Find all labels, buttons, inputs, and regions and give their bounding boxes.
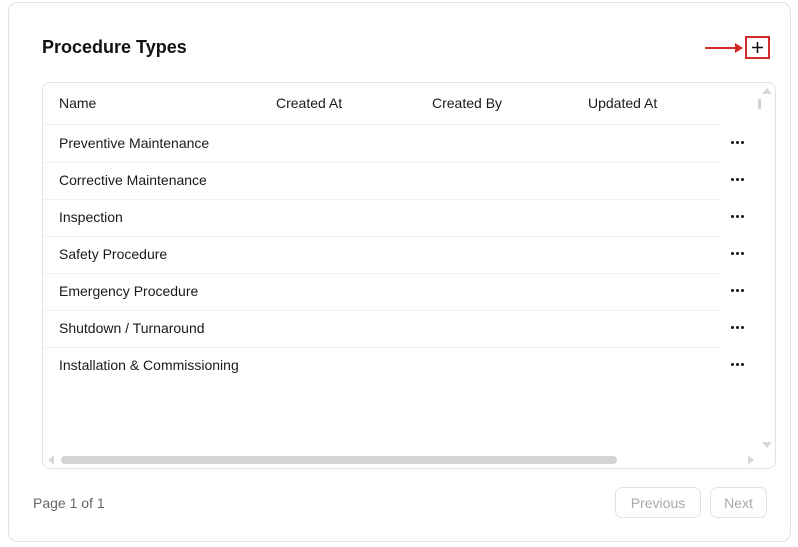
procedure-types-table: Name Created At Created By Updated At Pr…: [42, 82, 776, 469]
table-row[interactable]: Installation & Commissioning: [43, 347, 744, 384]
more-horizontal-icon[interactable]: [728, 320, 746, 334]
scroll-right-arrow-icon[interactable]: [748, 455, 754, 465]
table-row[interactable]: Emergency Procedure: [43, 273, 744, 311]
table-row[interactable]: Safety Procedure: [43, 236, 744, 274]
table-row[interactable]: Shutdown / Turnaround: [43, 310, 744, 348]
row-name: Emergency Procedure: [59, 283, 199, 299]
table-header-row: Name Created At Created By Updated At: [43, 83, 721, 125]
row-name: Safety Procedure: [59, 246, 168, 262]
table-row[interactable]: Preventive Maintenance: [43, 125, 744, 163]
more-horizontal-icon[interactable]: [728, 283, 746, 297]
annotation-arrow-icon: [705, 47, 737, 49]
scroll-left-arrow-icon[interactable]: [48, 455, 54, 465]
next-page-button[interactable]: Next: [710, 487, 767, 518]
table-row[interactable]: Corrective Maintenance: [43, 162, 744, 200]
previous-page-button[interactable]: Previous: [615, 487, 701, 518]
table-row[interactable]: Inspection: [43, 199, 744, 237]
more-horizontal-icon[interactable]: [728, 135, 746, 149]
plus-icon: [752, 42, 763, 53]
more-horizontal-icon[interactable]: [728, 172, 746, 186]
pagination-info: Page 1 of 1: [33, 495, 105, 511]
add-procedure-type-area: [705, 36, 773, 60]
page-title: Procedure Types: [42, 37, 187, 57]
row-name: Corrective Maintenance: [59, 172, 207, 188]
column-header-created-at[interactable]: Created At: [276, 95, 342, 111]
row-name: Installation & Commissioning: [59, 357, 239, 373]
annotation-arrow-head-icon: [735, 43, 743, 53]
row-name: Shutdown / Turnaround: [59, 320, 205, 336]
column-header-updated-at[interactable]: Updated At: [588, 95, 657, 111]
more-horizontal-icon[interactable]: [728, 209, 746, 223]
more-horizontal-icon[interactable]: [728, 246, 746, 260]
column-resize-handle[interactable]: [758, 99, 761, 109]
add-procedure-type-button[interactable]: [745, 36, 770, 59]
column-header-name[interactable]: Name: [59, 95, 96, 111]
scroll-down-arrow-icon[interactable]: [762, 442, 772, 448]
scroll-up-arrow-icon[interactable]: [762, 88, 772, 94]
row-name: Preventive Maintenance: [59, 135, 210, 151]
horizontal-scrollbar-thumb[interactable]: [61, 456, 617, 464]
column-header-created-by[interactable]: Created By: [432, 95, 502, 111]
more-horizontal-icon[interactable]: [728, 357, 746, 371]
row-name: Inspection: [59, 209, 123, 225]
procedure-types-card: Procedure Types Name Created At Created …: [8, 2, 791, 542]
